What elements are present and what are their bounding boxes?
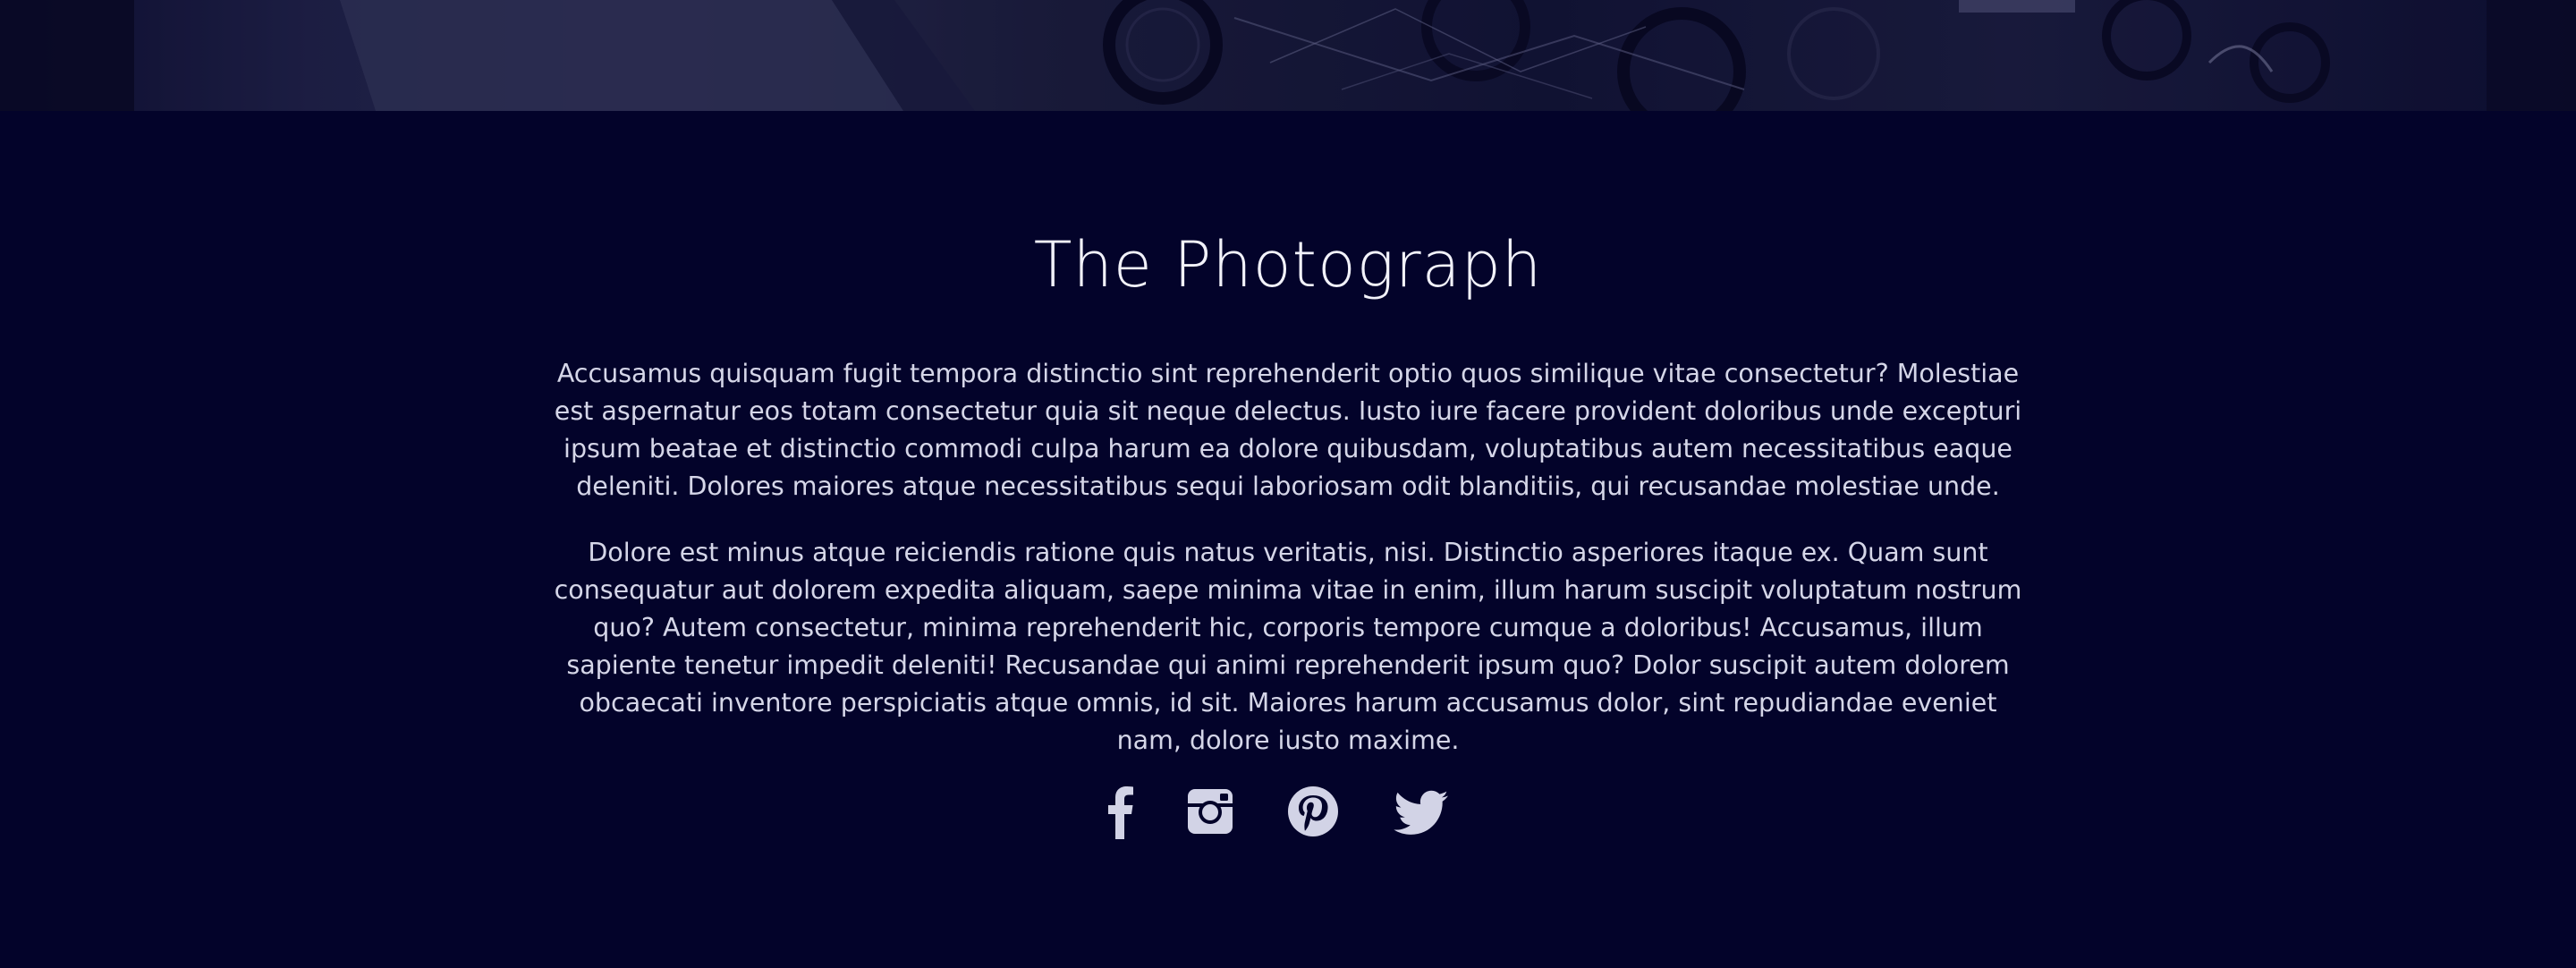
hero-image	[0, 0, 2576, 111]
facebook-link[interactable]	[1089, 780, 1152, 843]
instagram-icon	[1188, 789, 1233, 834]
body-paragraph: Dolore est minus atque reiciendis ration…	[554, 538, 2022, 755]
twitter-link[interactable]	[1389, 780, 1452, 843]
social-links	[1089, 780, 1483, 843]
facebook-icon	[1108, 786, 1133, 839]
main-section: The Photograph Accusamus quisquam fugit …	[0, 111, 2576, 968]
intro-paragraph: Accusamus quisquam fugit tempora distinc…	[554, 359, 2022, 501]
twitter-icon	[1394, 790, 1448, 835]
pinterest-icon	[1288, 786, 1338, 836]
hero-photo	[0, 0, 2576, 111]
page-title: The Photograph	[1033, 228, 1543, 301]
pinterest-link[interactable]	[1282, 780, 1344, 843]
instagram-link[interactable]	[1179, 780, 1241, 843]
